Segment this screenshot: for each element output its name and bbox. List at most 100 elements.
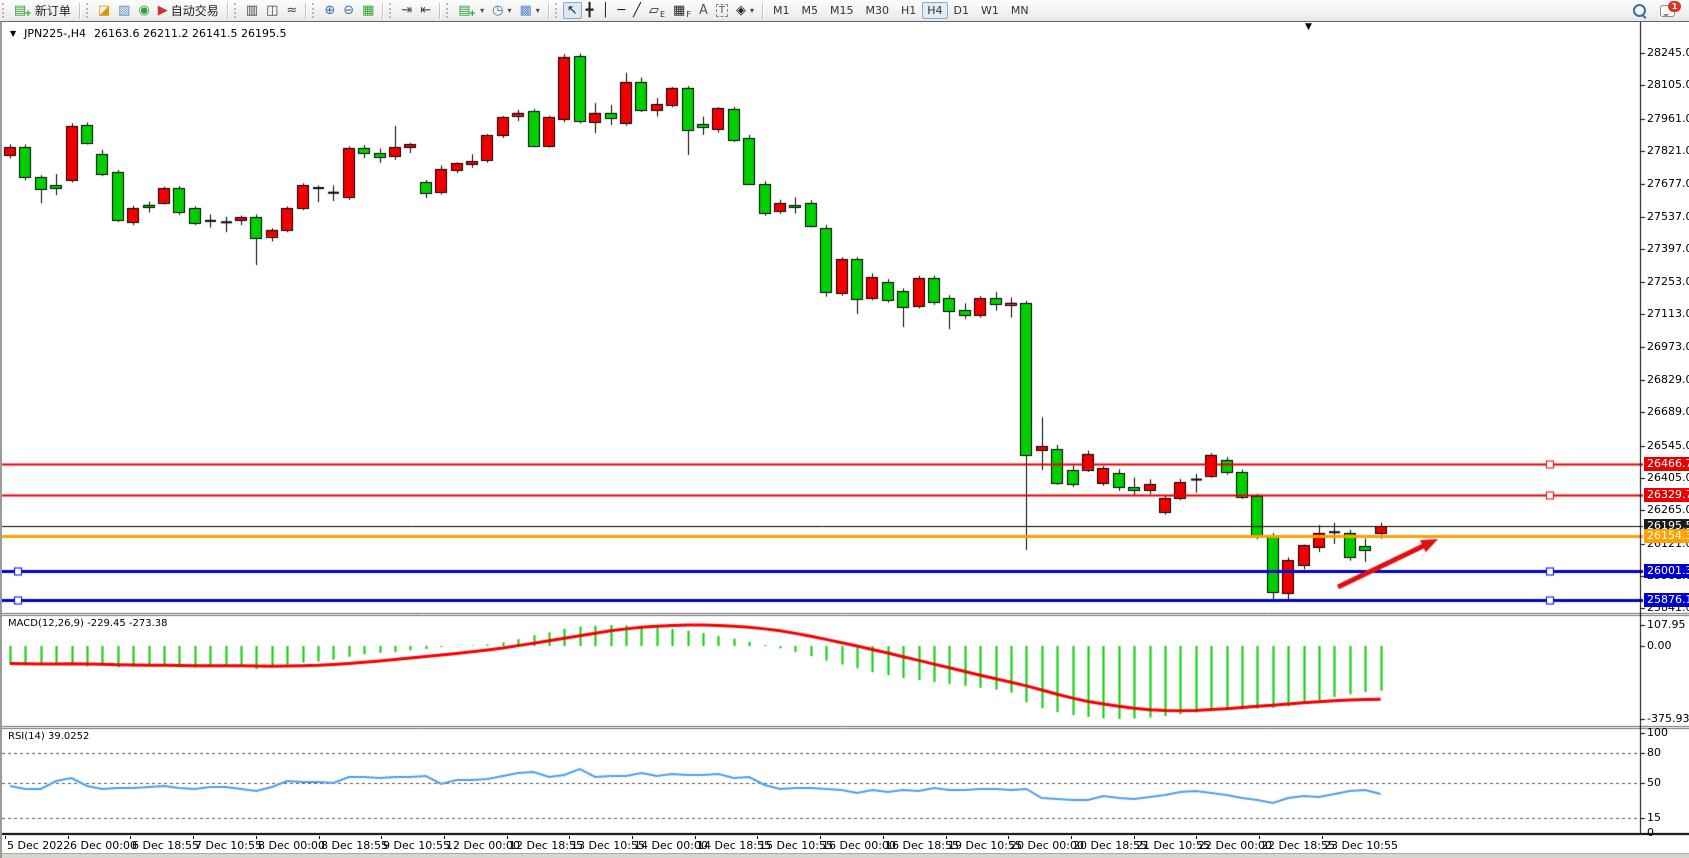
chart-symbol-period: JPN225-,H4 <box>24 27 86 40</box>
periods-button[interactable]: ◷▾ <box>488 2 515 19</box>
zoom-out-button[interactable]: ⊖ <box>339 2 358 19</box>
rsi-indicator-label: RSI(14) 39.0252 <box>8 731 89 742</box>
timeframe-button-d1[interactable]: D1 <box>948 1 975 20</box>
time-axis-label: 5 Dec 2022 <box>7 839 70 852</box>
toolbar-grip[interactable] <box>2 3 7 18</box>
chat-button[interactable]: 1 <box>1660 5 1675 17</box>
price-axis-label: 28245.0 <box>1647 46 1689 59</box>
plus-overlay-icon: + <box>469 9 477 19</box>
price-axis-label: 28105.0 <box>1647 78 1689 91</box>
shapes-button[interactable]: ◈▾ <box>732 2 758 19</box>
subscript-label: F <box>686 10 691 19</box>
macd-axis-label: 107.95 <box>1647 618 1686 631</box>
toolbar-separator <box>439 3 440 19</box>
time-axis-tick <box>507 836 508 839</box>
toolbar-grip[interactable] <box>446 3 451 18</box>
indicators-button[interactable]: ▤+▾ <box>454 1 488 21</box>
text-button[interactable]: A <box>695 2 712 19</box>
toolbar-grip[interactable] <box>555 3 560 18</box>
vertical-line-icon: │ <box>602 4 610 17</box>
rsi-axis-label: 15 <box>1647 811 1661 824</box>
chart-dropdown-icon[interactable]: ▼ <box>10 29 16 38</box>
shapes-icon: ◈ <box>736 4 746 17</box>
text-label-button[interactable]: T <box>712 2 732 19</box>
toolbar-separator <box>305 3 306 19</box>
time-axis-label: 23 Dec 10:55 <box>1324 839 1398 852</box>
trendline-icon: ╱ <box>633 4 641 17</box>
time-axis-label: 7 Dec 10:55 <box>195 839 262 852</box>
price-axis-label: 27397.0 <box>1647 242 1689 255</box>
trendline-button[interactable]: ╱ <box>629 2 645 19</box>
chart-window: ▼ JPN225-,H4 26163.6 26211.2 26141.5 261… <box>0 21 1689 858</box>
timeframe-button-m30[interactable]: M30 <box>859 1 895 20</box>
timeframe-button-w1[interactable]: W1 <box>975 1 1005 20</box>
dropdown-arrow-icon[interactable]: ▾ <box>480 6 484 15</box>
toolbar-separator <box>79 3 80 19</box>
line-chart-button[interactable]: ≈ <box>282 2 301 19</box>
auto-scroll-button[interactable]: ⇥ <box>397 2 416 19</box>
horizontal-line-button[interactable]: ─ <box>613 2 629 19</box>
price-level-badge: 26001.3 <box>1644 564 1689 578</box>
search-icon[interactable] <box>1633 4 1646 17</box>
time-axis-tick <box>757 836 758 839</box>
tile-windows-button[interactable]: ▦ <box>358 2 378 19</box>
periods-icon: ◷ <box>492 4 503 17</box>
chart-shift-button[interactable]: ⇤ <box>416 2 435 19</box>
dropdown-arrow-icon[interactable]: ▾ <box>536 6 540 15</box>
navigator-icon[interactable]: ▧ <box>114 2 134 19</box>
vertical-line-button[interactable]: │ <box>598 2 614 19</box>
window-bottom-edge <box>2 853 1689 858</box>
text-label-icon: T <box>716 4 728 17</box>
timeframe-button-m1[interactable]: M1 <box>767 1 796 20</box>
auto-scroll-icon: ⇥ <box>401 4 412 17</box>
navigator-icon-icon: ▧ <box>118 4 130 17</box>
timeframe-button-h4[interactable]: H4 <box>922 2 947 19</box>
time-axis[interactable]: 5 Dec 20226 Dec 00:006 Dec 18:557 Dec 10… <box>2 836 1689 853</box>
time-axis-tick <box>695 836 696 839</box>
price-axis[interactable]: 28245.028105.027961.027821.027677.027537… <box>1644 22 1689 836</box>
crosshair-button[interactable]: ╋ <box>582 2 598 19</box>
timeframe-button-mn[interactable]: MN <box>1005 1 1035 20</box>
price-axis-label: 26973.0 <box>1647 340 1689 353</box>
toolbar-separator <box>762 3 763 19</box>
time-axis-tick <box>256 836 257 839</box>
main-toolbar: ▤+新订单◪▧◉▶自动交易▥◫≈⊕⊖▦⇥⇤▤+▾◷▾▩▾↖╋│─╱▱E▦FAT◈… <box>0 0 1689 22</box>
time-axis-tick <box>632 836 633 839</box>
toolbar-separator <box>227 3 228 19</box>
timeframe-button-m15[interactable]: M15 <box>824 1 860 20</box>
cursor-button[interactable]: ↖ <box>563 2 582 19</box>
time-axis-tick <box>130 836 131 839</box>
timeframe-button-m5[interactable]: M5 <box>795 1 824 20</box>
signals-icon[interactable]: ◉ <box>134 2 153 19</box>
price-level-badge: 26154.3 <box>1644 529 1689 543</box>
equidistant-channel-button[interactable]: ▱E <box>645 1 669 21</box>
chart-shift-marker-icon[interactable]: ▼ <box>1305 22 1312 32</box>
price-chart-canvas[interactable] <box>2 22 1689 836</box>
toolbar-grip[interactable] <box>86 3 91 18</box>
bar-chart-button[interactable]: ▥ <box>242 2 262 19</box>
signals-icon-icon: ◉ <box>138 4 149 17</box>
templates-button[interactable]: ▩▾ <box>515 2 543 19</box>
plus-overlay-icon: + <box>24 9 32 19</box>
price-axis-label: 27537.0 <box>1647 210 1689 223</box>
autotrading-button[interactable]: ▶自动交易 <box>154 0 223 21</box>
toolbar-grip[interactable] <box>389 3 394 18</box>
toolbar-separator <box>382 3 383 19</box>
new-order-button[interactable]: ▤+新订单 <box>10 0 75 21</box>
mt4-window: ▤+新订单◪▧◉▶自动交易▥◫≈⊕⊖▦⇥⇤▤+▾◷▾▩▾↖╋│─╱▱E▦FAT◈… <box>0 0 1689 858</box>
fibonacci-button[interactable]: ▦F <box>669 1 695 21</box>
dropdown-arrow-icon[interactable]: ▾ <box>750 6 754 15</box>
time-axis-tick <box>1134 836 1135 839</box>
time-axis-label: 8 Dec 00:00 <box>258 839 325 852</box>
market-watch-icon[interactable]: ◪ <box>94 2 114 19</box>
subscript-label: E <box>660 10 665 19</box>
dropdown-arrow-icon[interactable]: ▾ <box>507 6 511 15</box>
time-axis-tick <box>444 836 445 839</box>
timeframe-button-h1[interactable]: H1 <box>895 1 922 20</box>
time-axis-tick <box>569 836 570 839</box>
candlestick-chart-button[interactable]: ◫ <box>262 2 282 19</box>
templates-icon: ▩ <box>519 4 531 17</box>
toolbar-grip[interactable] <box>312 3 317 18</box>
toolbar-grip[interactable] <box>234 3 239 18</box>
zoom-in-button[interactable]: ⊕ <box>320 2 339 19</box>
